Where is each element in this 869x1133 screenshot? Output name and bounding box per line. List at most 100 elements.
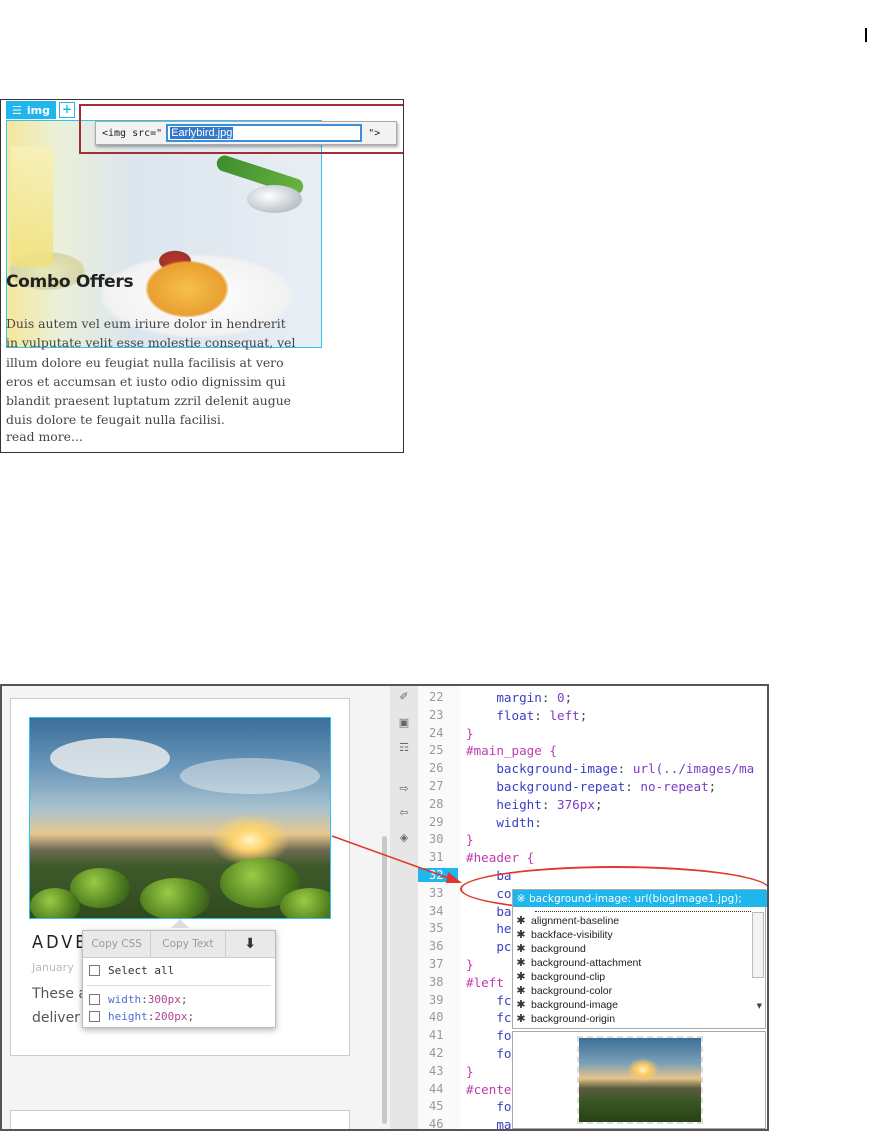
copy-text-button[interactable]: Copy Text [151, 931, 226, 957]
live-view-scrollbar[interactable] [382, 836, 387, 1124]
css-selector: #left [466, 974, 504, 990]
body-line: Duis autem vel eum iriure dolor in hendr… [6, 316, 286, 331]
code-hint-item[interactable]: ✱ background [515, 942, 585, 956]
line-number: 27 [429, 779, 444, 793]
tag-prefix: <img src=" [102, 127, 163, 139]
line-number: 25 [429, 743, 444, 758]
width-row[interactable]: width:300px; [89, 993, 188, 1006]
select-all-row[interactable]: Select all [89, 964, 174, 977]
open-documents-icon[interactable]: ▣ [397, 716, 411, 729]
body-line: eros et accumsan et iusto odio dignissim… [6, 373, 286, 389]
code-line[interactable]: fc [466, 1010, 511, 1025]
format-icon[interactable]: ◈ [397, 831, 411, 844]
post-title: Combo Offers [6, 272, 134, 292]
code-line[interactable]: } [466, 832, 474, 847]
element-tag-badge[interactable]: ☰ img [6, 101, 56, 119]
css-selector: #main_page { [466, 743, 557, 759]
code-line[interactable]: fc [466, 993, 511, 1008]
code-hint-label: background-origin [531, 1012, 616, 1025]
code-line[interactable]: fo [466, 1099, 512, 1115]
css-property: he [496, 921, 512, 937]
line-number: 31 [429, 850, 444, 865]
tree-icon[interactable]: ☶ [397, 741, 411, 754]
copy-css-button[interactable]: Copy CSS [83, 931, 152, 957]
code-line[interactable]: width: [466, 815, 542, 830]
code-colon: : [541, 690, 558, 705]
code-hint-item[interactable]: ✱ background-clip [515, 970, 606, 984]
code-line[interactable]: } [466, 957, 474, 972]
css-property: margin [496, 690, 542, 705]
code-line[interactable]: margin: 0; [466, 690, 572, 705]
code-line[interactable]: height: 376px; [466, 796, 603, 812]
body-line: illum dolore eu feugiat nulla facilisis … [6, 354, 284, 370]
css-property: fo [496, 1028, 512, 1044]
code-line[interactable]: } [466, 1064, 474, 1079]
code-line[interactable]: #main_page { [466, 743, 557, 758]
hint-scrollbar[interactable] [752, 912, 764, 978]
hamburger-icon[interactable]: ☰ [12, 104, 22, 117]
code-hint-item[interactable]: ✱ backface-visibility [515, 928, 612, 942]
code-line[interactable]: fo [466, 1028, 512, 1044]
code-line[interactable]: #left [466, 975, 504, 990]
code-punctuation: : [534, 814, 542, 830]
code-hint-label: background-attachment [531, 956, 642, 969]
body-line: duis dolore te feugait nulla facilisi. [6, 412, 225, 428]
css-selector: } [466, 832, 474, 848]
add-class-button[interactable]: + [58, 102, 75, 118]
src-input[interactable]: Earlybird.jpg [166, 124, 363, 142]
code-line[interactable]: he [466, 921, 512, 937]
css-property: fo [496, 1046, 512, 1061]
code-line[interactable]: #header { [466, 850, 534, 865]
line-number: 28 [429, 796, 444, 811]
line-number: 34 [429, 903, 444, 918]
code-line[interactable]: background-repeat: no-repeat; [466, 779, 716, 794]
code-line[interactable]: background-image: url(../images/ma [466, 761, 754, 776]
code-punctuation: ; [708, 779, 717, 794]
code-line[interactable]: } [466, 726, 474, 741]
indent-icon[interactable]: ⇨ [397, 782, 411, 795]
css-property: fo [496, 1099, 512, 1115]
coding-toolbar: ✐ ▣ ☶ ⇨ ⇦ ◈ [390, 686, 419, 1129]
line-number: 37 [429, 957, 444, 971]
width-checkbox[interactable] [89, 994, 100, 1005]
read-more-link[interactable]: read more... [6, 429, 83, 444]
css-value: left [549, 707, 580, 723]
src-value: Earlybird.jpg [170, 127, 234, 139]
code-hint-item[interactable]: ✱ background-origin [515, 1012, 616, 1026]
code-hint-item[interactable]: ✱ background-attachment [515, 956, 642, 970]
asterisk-icon: ✱ [516, 943, 526, 955]
select-all-checkbox[interactable] [89, 965, 100, 976]
code-line[interactable]: ba [466, 904, 511, 919]
code-hint-item[interactable]: ✱ background-color [515, 984, 613, 998]
code-line[interactable]: #cente [466, 1082, 512, 1097]
scroll-down-icon[interactable]: ▼ [757, 1002, 762, 1010]
code-line[interactable]: float: left; [466, 708, 587, 723]
landscape-photo[interactable] [29, 717, 331, 919]
code-hint-label: background-color [531, 984, 613, 997]
code-line[interactable]: fo [466, 1046, 512, 1061]
code-colon: : [534, 707, 550, 723]
line-number: 38 [429, 974, 444, 989]
code-line[interactable]: pc [466, 939, 511, 954]
height-row[interactable]: height:200px; [89, 1010, 194, 1023]
bush-shape [140, 878, 210, 918]
brush-icon[interactable]: ✐ [397, 690, 411, 703]
code-punctuation: ; [594, 796, 603, 812]
code-hint-item[interactable]: ✱ background-image [515, 998, 618, 1012]
code-hint-selected[interactable]: ※ background-image: url(blogImage1.jpg); [513, 890, 767, 907]
split-view-panel: ADVEN January These a deliver c Copy CSS… [0, 684, 769, 1131]
line-number: 36 [429, 939, 444, 954]
card-date: January [32, 961, 74, 974]
outdent-icon[interactable]: ⇦ [397, 806, 411, 819]
code-hint-item[interactable]: ✱ alignment-baseline [515, 914, 619, 928]
height-checkbox[interactable] [89, 1011, 100, 1022]
download-icon[interactable]: ⬇ [226, 931, 275, 957]
code-hint-label: background-clip [531, 970, 606, 983]
line-numbers: 22 23 24 25 26 27 28 29 30 31 32 33 34 35 36 37 38 39 40 41… [418, 686, 460, 1129]
